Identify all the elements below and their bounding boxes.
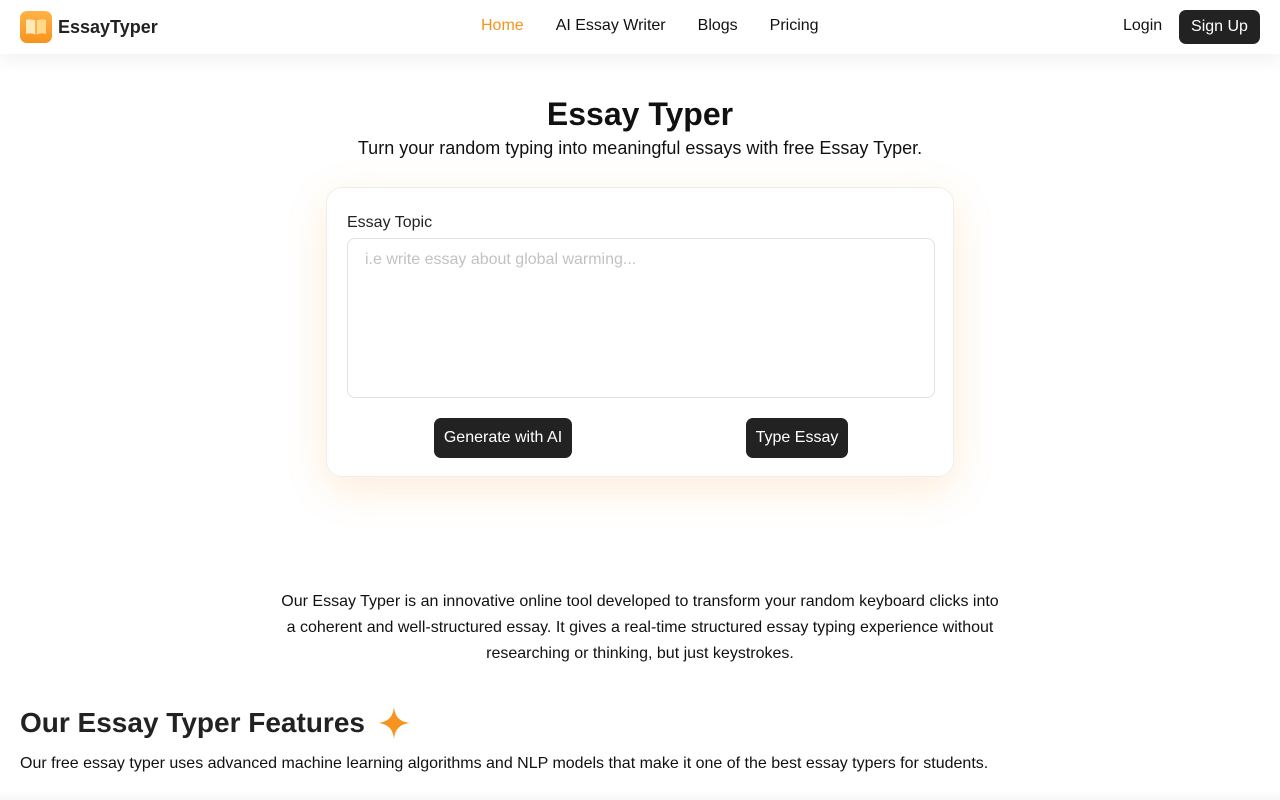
brand-logo[interactable]: EssayTyper <box>20 11 158 43</box>
main-nav: Home AI Essay Writer Blogs Pricing <box>481 17 851 35</box>
sparkle-icon <box>377 707 410 739</box>
topic-input[interactable] <box>347 238 935 398</box>
page-title: Essay Typer <box>546 96 734 132</box>
features-heading: Our Essay Typer Features <box>20 706 411 740</box>
tool-description: Our Essay Typer is an innovative online … <box>281 593 999 662</box>
generate-with-ai-button[interactable]: Generate with AI <box>434 418 572 458</box>
feature-cards-edge <box>0 790 1280 800</box>
nav-blogs[interactable]: Blogs <box>698 17 738 35</box>
login-link[interactable]: Login <box>1123 17 1162 35</box>
essay-form-card: Essay Topic Generate with AI Type Essay <box>326 187 954 477</box>
features-description: Our free essay typer uses advanced machi… <box>20 755 989 772</box>
type-essay-button[interactable]: Type Essay <box>746 418 848 458</box>
nav-pricing[interactable]: Pricing <box>770 17 819 35</box>
brand-name: EssayTyper <box>58 16 158 37</box>
topic-label: Essay Topic <box>347 214 433 231</box>
signup-button[interactable]: Sign Up <box>1179 10 1260 44</box>
features-title-text: Our Essay Typer Features <box>20 707 365 738</box>
page-subtitle: Turn your random typing into meaningful … <box>357 138 923 158</box>
nav-home[interactable]: Home <box>481 17 524 35</box>
site-header: EssayTyper Home AI Essay Writer Blogs Pr… <box>0 0 1280 54</box>
nav-ai-essay-writer[interactable]: AI Essay Writer <box>556 17 666 35</box>
open-book-icon <box>20 11 52 43</box>
